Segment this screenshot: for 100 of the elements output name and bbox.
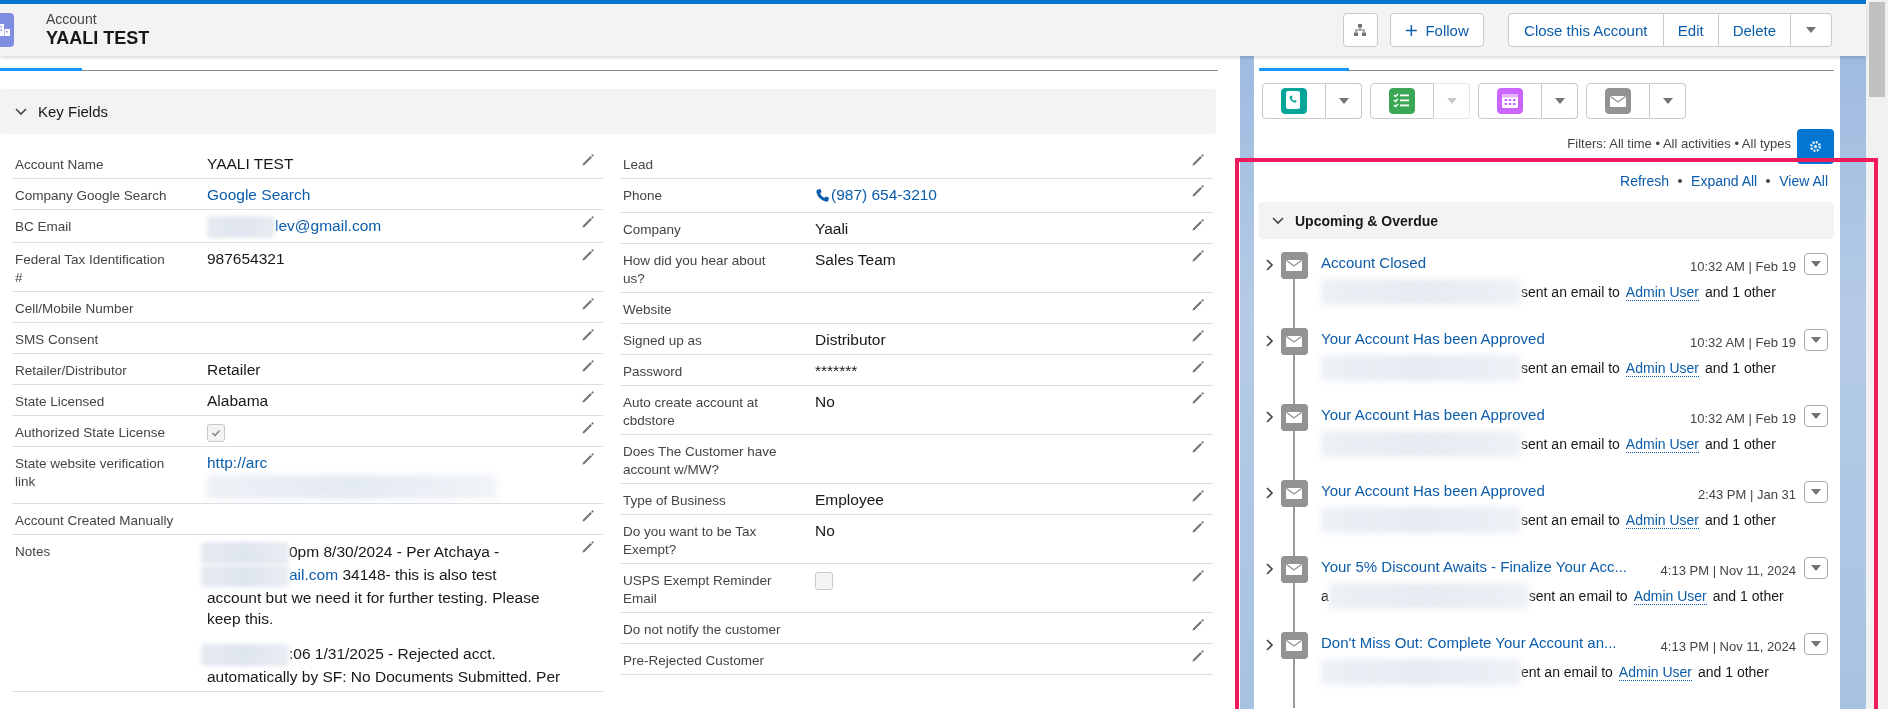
field-link[interactable]: Google Search (207, 186, 311, 203)
action-button[interactable]: Edit (1662, 13, 1719, 47)
activity-tool-button[interactable] (1586, 83, 1650, 119)
activity-title[interactable]: Account Closed (1321, 252, 1690, 271)
edit-icon[interactable] (1191, 488, 1205, 503)
edit-icon[interactable] (1191, 217, 1205, 232)
field-label: USPS Exempt Reminder Email (623, 572, 772, 606)
action-button[interactable]: Close this Account (1507, 13, 1664, 47)
item-menu-button[interactable] (1804, 405, 1828, 427)
activity-link[interactable]: Refresh (1620, 173, 1670, 189)
recipient-link[interactable]: Admin User (1625, 435, 1699, 453)
dropdown-button[interactable] (1326, 83, 1362, 119)
field-label: How did you hear about us? (623, 252, 766, 286)
item-menu-button[interactable] (1804, 329, 1828, 351)
activity-tool-button[interactable] (1262, 83, 1326, 119)
item-menu-button[interactable] (1804, 557, 1828, 579)
activity-link[interactable]: Expand All (1691, 173, 1758, 189)
edit-icon[interactable] (1191, 519, 1205, 534)
recipient-link[interactable]: Admin User (1625, 359, 1699, 377)
action-button[interactable]: Delete (1717, 13, 1791, 47)
activity-text: sent an email to (1528, 588, 1628, 604)
activity-title[interactable]: Your 5% Discount Awaits - Finalize Your Acc... (1321, 556, 1661, 575)
edit-icon[interactable] (1191, 390, 1205, 405)
recipient-link[interactable]: Admin User (1618, 663, 1692, 681)
dropdown-button[interactable] (1650, 83, 1686, 119)
activity-text: sent an email to (1521, 284, 1620, 300)
edit-icon[interactable] (581, 328, 595, 342)
caret-icon (1810, 336, 1822, 344)
object-label: Account (46, 11, 98, 27)
follow-button[interactable]: Follow (1389, 13, 1484, 47)
edit-icon[interactable] (581, 540, 595, 554)
section-header[interactable]: Key Fields (0, 89, 1216, 134)
field-value: Yaali (815, 219, 849, 237)
field-label: Authorized State License (15, 425, 166, 440)
redacted-text (207, 216, 275, 238)
notes-text: automatically by SF: No Documents Submitted. Per (207, 667, 561, 685)
item-menu-button[interactable] (1804, 481, 1828, 503)
email-link[interactable]: ail.com (289, 565, 339, 583)
edit-icon[interactable] (581, 215, 595, 229)
field-label: Lead (623, 157, 654, 172)
field-label: Password (623, 363, 683, 379)
field-value: Distributor (815, 330, 886, 348)
checkbox[interactable] (815, 571, 833, 590)
activity-time: 10:32 AM | Feb 19 (1690, 335, 1796, 350)
edit-icon[interactable] (1191, 184, 1205, 198)
notes-text: keep this. (207, 609, 274, 627)
activity-tool-button[interactable] (1478, 83, 1542, 119)
edit-icon[interactable] (1191, 328, 1205, 343)
edit-icon[interactable] (1191, 648, 1205, 663)
field-value: No (815, 392, 835, 410)
record-title: YAALI TEST (46, 28, 151, 49)
edit-icon[interactable] (581, 509, 595, 523)
activity-tool-button[interactable] (1370, 83, 1434, 119)
activity-title[interactable]: Don't Miss Out: Complete Your Account an... (1321, 632, 1661, 651)
edit-icon[interactable] (581, 297, 595, 311)
caret-icon (1810, 564, 1822, 572)
field-value: No (815, 521, 835, 539)
field-label: Website (623, 301, 672, 317)
recipient-link[interactable]: Admin User (1633, 587, 1707, 605)
check-icon (211, 428, 221, 438)
hierarchy-button[interactable] (1342, 13, 1378, 47)
activity-text: and 1 other (1705, 512, 1776, 528)
activity-title[interactable]: Your Account Has been Approved (1321, 404, 1690, 423)
edit-icon[interactable] (1191, 439, 1205, 454)
activity-link[interactable]: View All (1779, 173, 1828, 189)
filters-text: Filters: All time • All activities • All types (1567, 136, 1791, 151)
edit-icon[interactable] (1191, 568, 1205, 583)
caret-icon (1553, 97, 1566, 105)
edit-icon[interactable] (1191, 297, 1205, 312)
activity-text: and 1 other (1698, 664, 1769, 680)
recipient-link[interactable]: Admin User (1625, 283, 1699, 301)
section-title: Key Fields (38, 103, 109, 120)
phone-link[interactable]: (987) 654-3210 (815, 185, 937, 205)
recipient-link[interactable]: Admin User (1625, 511, 1699, 529)
edit-icon[interactable] (581, 421, 595, 435)
edit-icon[interactable] (1191, 359, 1205, 374)
scrollbar-thumb[interactable] (1869, 2, 1885, 97)
activity-text: and 1 other (1705, 360, 1776, 376)
activity-title[interactable]: Your Account Has been Approved (1321, 480, 1698, 499)
edit-icon[interactable] (581, 153, 595, 167)
field-label: Do you want to be Tax Exempt? (623, 523, 757, 557)
activity-title[interactable]: Your Account Has been Approved (1321, 328, 1690, 347)
edit-icon[interactable] (581, 248, 595, 262)
item-menu-button[interactable] (1804, 253, 1828, 275)
group-header[interactable]: Upcoming & Overdue (1259, 202, 1834, 239)
edit-icon[interactable] (581, 359, 595, 373)
item-menu-button[interactable] (1804, 633, 1828, 655)
edit-icon[interactable] (1191, 248, 1205, 263)
caret-icon (1810, 260, 1822, 268)
edit-icon[interactable] (1191, 153, 1205, 167)
edit-icon[interactable] (1191, 617, 1205, 632)
dropdown-button[interactable] (1542, 83, 1578, 119)
activity-text: ent an email to (1521, 664, 1613, 680)
email-link[interactable]: lev@gmail.com (275, 217, 382, 235)
checkbox[interactable] (207, 424, 225, 442)
activity-time: 4:13 PM | Nov 11, 2024 (1660, 639, 1796, 654)
edit-icon[interactable] (581, 390, 595, 404)
edit-icon[interactable] (581, 452, 595, 466)
activity-time: 2:43 PM | Jan 31 (1697, 487, 1796, 502)
website-link[interactable]: http://arc (207, 454, 268, 471)
